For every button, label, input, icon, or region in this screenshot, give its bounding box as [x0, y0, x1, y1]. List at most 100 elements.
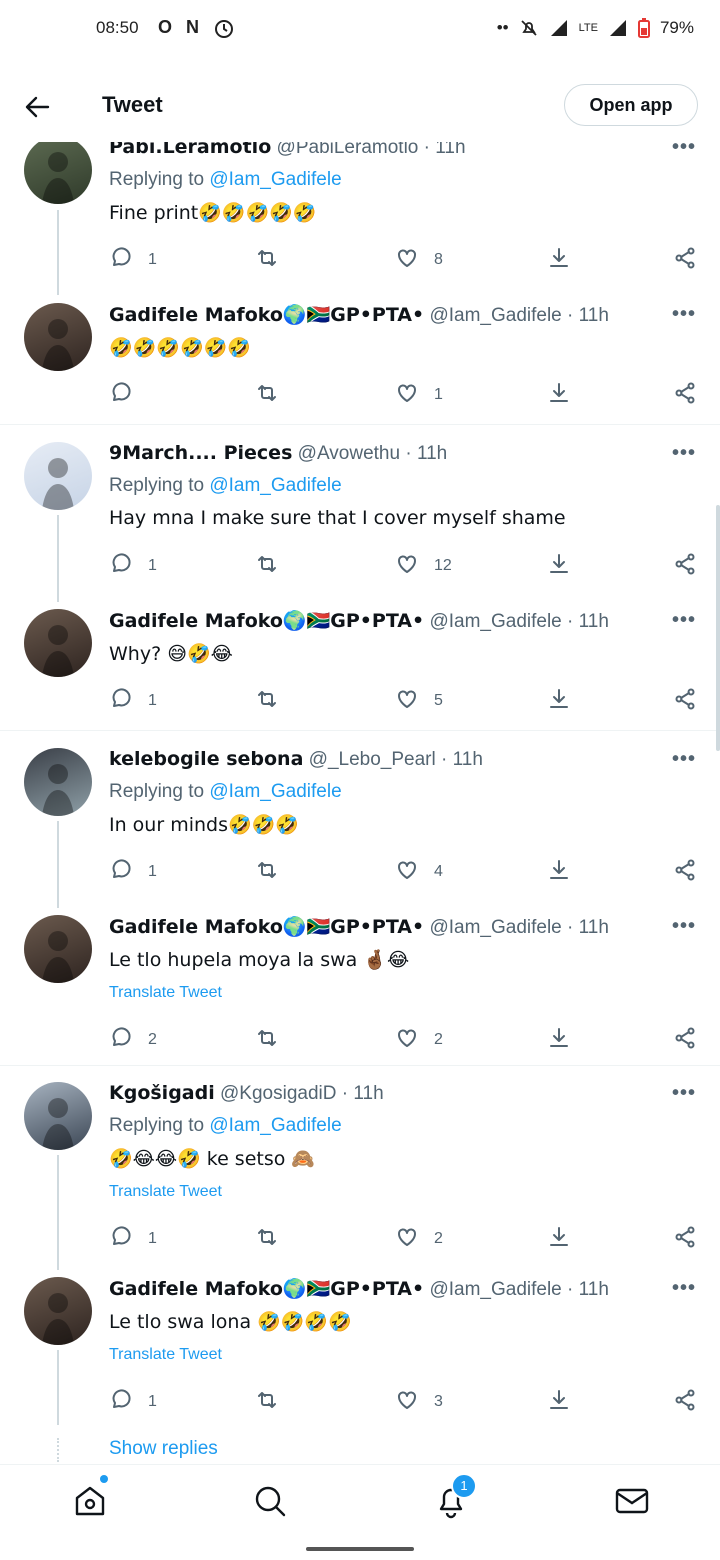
author-name[interactable]: Gadifele Mafoko🌍🇿🇦GP•PTA• — [109, 610, 424, 632]
translate-tweet-link[interactable]: Translate Tweet — [109, 984, 222, 1002]
download-button[interactable] — [546, 1026, 572, 1054]
share-icon — [672, 551, 698, 582]
like-button[interactable]: 12 — [394, 552, 452, 580]
avatar[interactable] — [24, 136, 92, 204]
share-button[interactable] — [672, 858, 698, 886]
translate-tweet-link[interactable]: Translate Tweet — [109, 1346, 222, 1364]
avatar[interactable] — [24, 1277, 92, 1345]
reply-button[interactable]: 1 — [108, 1225, 157, 1253]
home-indicator[interactable] — [306, 1547, 414, 1551]
show-replies-link[interactable]: Show replies — [109, 1438, 218, 1460]
author-handle[interactable]: @Iam_Gadifele — [429, 611, 561, 632]
share-button[interactable] — [672, 1388, 698, 1416]
retweet-icon — [254, 857, 280, 888]
like-button[interactable]: 4 — [394, 858, 443, 886]
reply-button[interactable]: 1 — [108, 246, 157, 274]
avatar[interactable] — [24, 303, 92, 371]
messages-icon[interactable] — [614, 1483, 650, 1519]
retweet-button[interactable] — [254, 687, 280, 715]
scrollbar[interactable] — [716, 505, 720, 751]
avatar[interactable] — [24, 748, 92, 816]
reply-button[interactable]: 1 — [108, 552, 157, 580]
avatar[interactable] — [24, 1082, 92, 1150]
mention-link[interactable]: @Iam_Gadifele — [209, 1115, 341, 1136]
retweet-button[interactable] — [254, 552, 280, 580]
reply-count: 2 — [148, 1031, 157, 1048]
retweet-button[interactable] — [254, 1388, 280, 1416]
download-button[interactable] — [546, 246, 572, 274]
like-button[interactable]: 3 — [394, 1388, 443, 1416]
avatar[interactable] — [24, 915, 92, 983]
battery-level: 79% — [659, 18, 694, 37]
download-button[interactable] — [546, 858, 572, 886]
author-handle[interactable]: @Avowethu — [298, 443, 400, 464]
download-button[interactable] — [546, 1225, 572, 1253]
author-handle[interactable]: @Iam_Gadifele — [429, 305, 561, 326]
more-options-icon[interactable]: ••• — [672, 609, 696, 632]
like-icon — [394, 1025, 420, 1056]
author-name[interactable]: kelebogile sebona — [109, 748, 303, 770]
notifications-badge: 1 — [451, 1473, 477, 1499]
more-options-icon[interactable]: ••• — [672, 748, 696, 771]
mention-link[interactable]: @Iam_Gadifele — [209, 169, 341, 190]
share-button[interactable] — [672, 552, 698, 580]
share-button[interactable] — [672, 246, 698, 274]
download-button[interactable] — [546, 687, 572, 715]
mention-link[interactable]: @Iam_Gadifele — [209, 475, 341, 496]
author-handle[interactable]: @Iam_Gadifele — [429, 1279, 561, 1300]
translate-tweet-link[interactable]: Translate Tweet — [109, 1183, 222, 1201]
thread-line — [57, 821, 59, 908]
more-options-icon[interactable]: ••• — [672, 303, 696, 326]
author-name[interactable]: Gadifele Mafoko🌍🇿🇦GP•PTA• — [109, 916, 424, 938]
replying-to-label: Replying to — [109, 475, 205, 496]
like-button[interactable]: 2 — [394, 1225, 443, 1253]
retweet-button[interactable] — [254, 858, 280, 886]
reply-button[interactable]: 2 — [108, 1026, 157, 1054]
status-time: 08:50 — [96, 18, 139, 37]
reply-button[interactable] — [108, 381, 148, 409]
share-button[interactable] — [672, 381, 698, 409]
open-app-button[interactable]: Open app — [564, 84, 698, 126]
share-button[interactable] — [672, 687, 698, 715]
reply-button[interactable]: 1 — [108, 687, 157, 715]
retweet-button[interactable] — [254, 246, 280, 274]
download-button[interactable] — [546, 1388, 572, 1416]
mention-link[interactable]: @Iam_Gadifele — [209, 781, 341, 802]
avatar[interactable] — [24, 609, 92, 677]
author-handle[interactable]: @_Lebo_Pearl — [309, 749, 436, 770]
author-name[interactable]: Kgošigadi — [109, 1082, 215, 1104]
search-icon[interactable] — [252, 1483, 288, 1519]
page-title: Tweet — [102, 92, 163, 117]
like-button[interactable]: 8 — [394, 246, 443, 274]
author-name[interactable]: Gadifele Mafoko🌍🇿🇦GP•PTA• — [109, 1278, 424, 1300]
author-handle[interactable]: @KgosigadiD — [220, 1083, 336, 1104]
reply-count: 1 — [148, 692, 157, 709]
reply-icon — [108, 857, 134, 888]
author-name[interactable]: Gadifele Mafoko🌍🇿🇦GP•PTA• — [109, 304, 424, 326]
reply-button[interactable]: 1 — [108, 1388, 157, 1416]
retweet-button[interactable] — [254, 381, 280, 409]
tweet-header: Gadifele Mafoko🌍🇿🇦GP•PTA• @Iam_Gadifele … — [109, 915, 609, 939]
back-arrow-icon[interactable] — [22, 92, 52, 122]
download-button[interactable] — [546, 381, 572, 409]
reply-icon — [108, 1224, 134, 1255]
avatar[interactable] — [24, 442, 92, 510]
more-options-icon[interactable]: ••• — [672, 1082, 696, 1105]
tweet-actions: 1 3 — [108, 1388, 700, 1418]
author-name[interactable]: 9March.... Pieces — [109, 442, 292, 464]
retweet-button[interactable] — [254, 1225, 280, 1253]
author-handle[interactable]: @Iam_Gadifele — [429, 917, 561, 938]
share-button[interactable] — [672, 1225, 698, 1253]
retweet-button[interactable] — [254, 1026, 280, 1054]
download-button[interactable] — [546, 552, 572, 580]
more-options-icon[interactable]: ••• — [672, 915, 696, 938]
like-button[interactable]: 1 — [394, 381, 443, 409]
reply-button[interactable]: 1 — [108, 858, 157, 886]
like-button[interactable]: 2 — [394, 1026, 443, 1054]
home-icon[interactable] — [72, 1483, 108, 1519]
tweet-actions: 1 4 — [108, 858, 700, 888]
more-options-icon[interactable]: ••• — [672, 442, 696, 465]
more-options-icon[interactable]: ••• — [672, 1277, 696, 1300]
like-button[interactable]: 5 — [394, 687, 443, 715]
share-button[interactable] — [672, 1026, 698, 1054]
